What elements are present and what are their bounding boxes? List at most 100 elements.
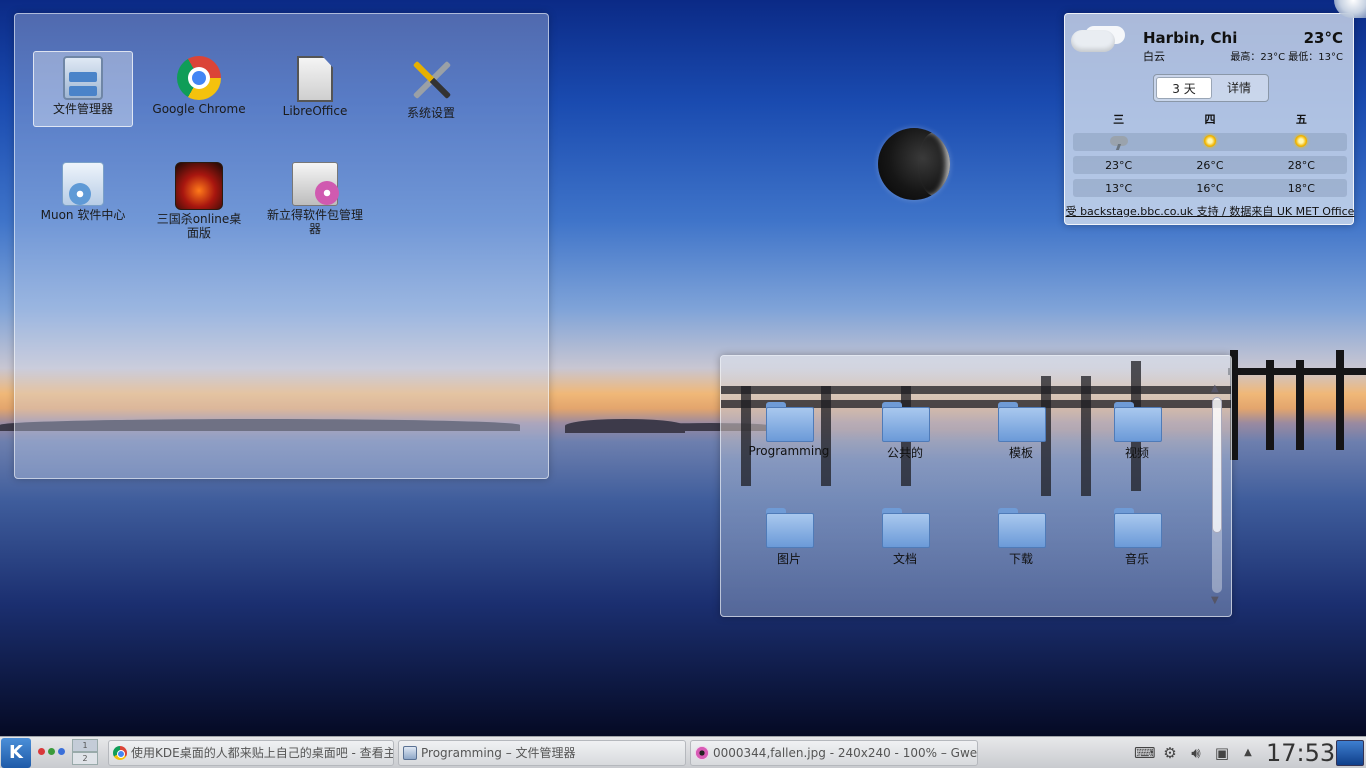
- app-libreoffice[interactable]: LibreOffice: [265, 52, 365, 118]
- task-label: 使用KDE桌面的人都来贴上自己的桌面吧 - 查看主: [131, 746, 394, 760]
- keyboard-icon[interactable]: ⌨: [1134, 743, 1156, 763]
- weather-city: Harbin, Chi: [1143, 29, 1238, 47]
- muon-icon: [62, 162, 104, 206]
- weather-condition: 白云: [1143, 50, 1165, 63]
- forecast-high: 23°C: [1105, 158, 1133, 172]
- forecast-high: 26°C: [1196, 158, 1224, 172]
- synaptic-icon: [292, 162, 339, 206]
- folder-programming[interactable]: Programming: [741, 402, 837, 458]
- sun-icon: [1203, 134, 1216, 147]
- tab-3-days[interactable]: 3 天: [1156, 77, 1212, 99]
- forecast-icons-row: [1073, 133, 1347, 151]
- folder-icon: [1114, 508, 1162, 548]
- show-desktop-button[interactable]: [1336, 740, 1364, 766]
- folder-label: 模板: [1008, 446, 1033, 460]
- sanguosha-icon: [175, 162, 223, 210]
- forecast-low: 18°C: [1287, 181, 1315, 195]
- apps-folder-view[interactable]: 文件管理器 Google Chrome LibreOffice 系统设置 Muo…: [14, 13, 549, 479]
- forecast-days-row: 三 四 五: [1073, 110, 1347, 128]
- moon-crescent: [918, 132, 950, 196]
- weather-widget[interactable]: Harbin, Chi 白云 23°C 最高：23°C 最低：13°C 3 天 …: [1064, 13, 1354, 225]
- volume-icon[interactable]: 🔊︎: [1186, 743, 1206, 763]
- taskbar: K 1 2 使用KDE桌面的人都来贴上自己的桌面吧 - 查看主 Programm…: [0, 736, 1366, 768]
- forecast-day: 五: [1295, 113, 1307, 126]
- app-google-chrome[interactable]: Google Chrome: [149, 52, 249, 116]
- folder-label: 下载: [1008, 552, 1033, 566]
- kde-menu-button[interactable]: K: [1, 738, 31, 768]
- folder-icon: [766, 402, 814, 442]
- home-folder-scrollbar[interactable]: ▲ ▼: [1210, 383, 1224, 609]
- thunderstorm-icon: [1109, 135, 1128, 146]
- scrollbar-thumb[interactable]: [1212, 397, 1222, 533]
- folder-label: 图片: [776, 552, 801, 566]
- folder-view-background: [721, 356, 1231, 616]
- home-folder-view[interactable]: Programming 公共的 模板 视频 图片 文档 下载 音乐: [720, 355, 1232, 617]
- app-label: 三国杀online桌面版: [156, 212, 242, 240]
- task-gwenview[interactable]: 0000344,fallen.jpg - 240x240 - 100% – Gw…: [690, 740, 978, 766]
- chrome-icon: [113, 746, 127, 760]
- folder-label: 视频: [1124, 446, 1149, 460]
- pager-desktop-2[interactable]: 2: [72, 752, 98, 765]
- folder-icon: [1114, 402, 1162, 442]
- folder-icon: [998, 402, 1046, 442]
- tab-details[interactable]: 详情: [1212, 77, 1266, 99]
- app-system-settings[interactable]: 系统设置: [381, 52, 481, 120]
- activity-dot-green: [48, 748, 55, 755]
- folder-downloads[interactable]: 下载: [973, 508, 1069, 567]
- app-label: 新立得软件包管理器: [267, 208, 364, 236]
- folder-icon: [882, 402, 930, 442]
- gwenview-icon: [695, 746, 709, 760]
- app-file-manager[interactable]: 文件管理器: [33, 51, 133, 127]
- folder-icon: [998, 508, 1046, 548]
- app-muon-software-center[interactable]: Muon 软件中心: [33, 158, 133, 222]
- folder-public[interactable]: 公共的: [857, 402, 953, 461]
- activity-dot-blue: [58, 748, 65, 755]
- app-label: Muon 软件中心: [40, 208, 126, 222]
- forecast-lows-row: 13°C 16°C 18°C: [1073, 179, 1347, 197]
- folder-label: 音乐: [1124, 552, 1149, 566]
- forecast-low: 16°C: [1196, 181, 1224, 195]
- task-label: 0000344,fallen.jpg - 240x240 - 100% – Gw…: [713, 746, 978, 760]
- sun-icon: [1295, 134, 1308, 147]
- pager-desktop-1[interactable]: 1: [72, 739, 98, 752]
- weather-credit-link[interactable]: 受 backstage.bbc.co.uk 支持 / 数据来自 UK MET O…: [1065, 203, 1355, 219]
- moon-widget[interactable]: [878, 128, 950, 200]
- folder-templates[interactable]: 模板: [973, 402, 1069, 461]
- app-label: Google Chrome: [152, 102, 246, 116]
- app-label: 系统设置: [406, 106, 455, 120]
- scroll-down-icon[interactable]: ▼: [1211, 595, 1219, 607]
- digital-clock[interactable]: 17:53: [1266, 739, 1335, 767]
- network-icon[interactable]: ▣: [1212, 743, 1232, 763]
- forecast-high: 28°C: [1287, 158, 1315, 172]
- folder-music[interactable]: 音乐: [1089, 508, 1185, 567]
- app-label: LibreOffice: [282, 104, 348, 118]
- activities-button[interactable]: [38, 748, 65, 755]
- app-sanguosha[interactable]: 三国杀online桌面版: [149, 158, 249, 240]
- app-label: 文件管理器: [52, 102, 113, 116]
- file-manager-icon: [63, 56, 103, 100]
- folder-label: Programming: [748, 444, 830, 458]
- task-label: Programming – 文件管理器: [421, 746, 576, 760]
- folder-pictures[interactable]: 图片: [741, 508, 837, 567]
- task-chrome[interactable]: 使用KDE桌面的人都来贴上自己的桌面吧 - 查看主: [108, 740, 394, 766]
- system-tray: ⌨ ⚙ 🔊︎ ▣ ▲: [1134, 741, 1258, 765]
- scroll-up-icon[interactable]: ▲: [1211, 383, 1219, 395]
- virtual-desktop-pager[interactable]: 1 2: [72, 739, 98, 767]
- forecast-day: 四: [1204, 113, 1216, 126]
- folder-videos[interactable]: 视频: [1089, 402, 1185, 461]
- chrome-icon: [177, 56, 221, 100]
- forecast-low: 13°C: [1105, 181, 1133, 195]
- pier-silhouette: [1228, 350, 1366, 460]
- gear-icon[interactable]: ⚙: [1160, 743, 1180, 763]
- weather-high-low: 最高：23°C 最低：13°C: [1230, 52, 1343, 63]
- activity-dot-red: [38, 748, 45, 755]
- forecast-grid: 三 四 五 23°C 26°C 28°C 13°C 16°C 18°C: [1073, 110, 1347, 202]
- forecast-day: 三: [1113, 113, 1125, 126]
- task-file-manager[interactable]: Programming – 文件管理器: [398, 740, 686, 766]
- folder-label: 文档: [892, 552, 917, 566]
- folder-documents[interactable]: 文档: [857, 508, 953, 567]
- cloud-icon: [1071, 30, 1115, 52]
- folder-label: 公共的: [886, 446, 923, 460]
- app-synaptic[interactable]: 新立得软件包管理器: [265, 158, 365, 236]
- tray-expand-icon[interactable]: ▲: [1238, 743, 1258, 763]
